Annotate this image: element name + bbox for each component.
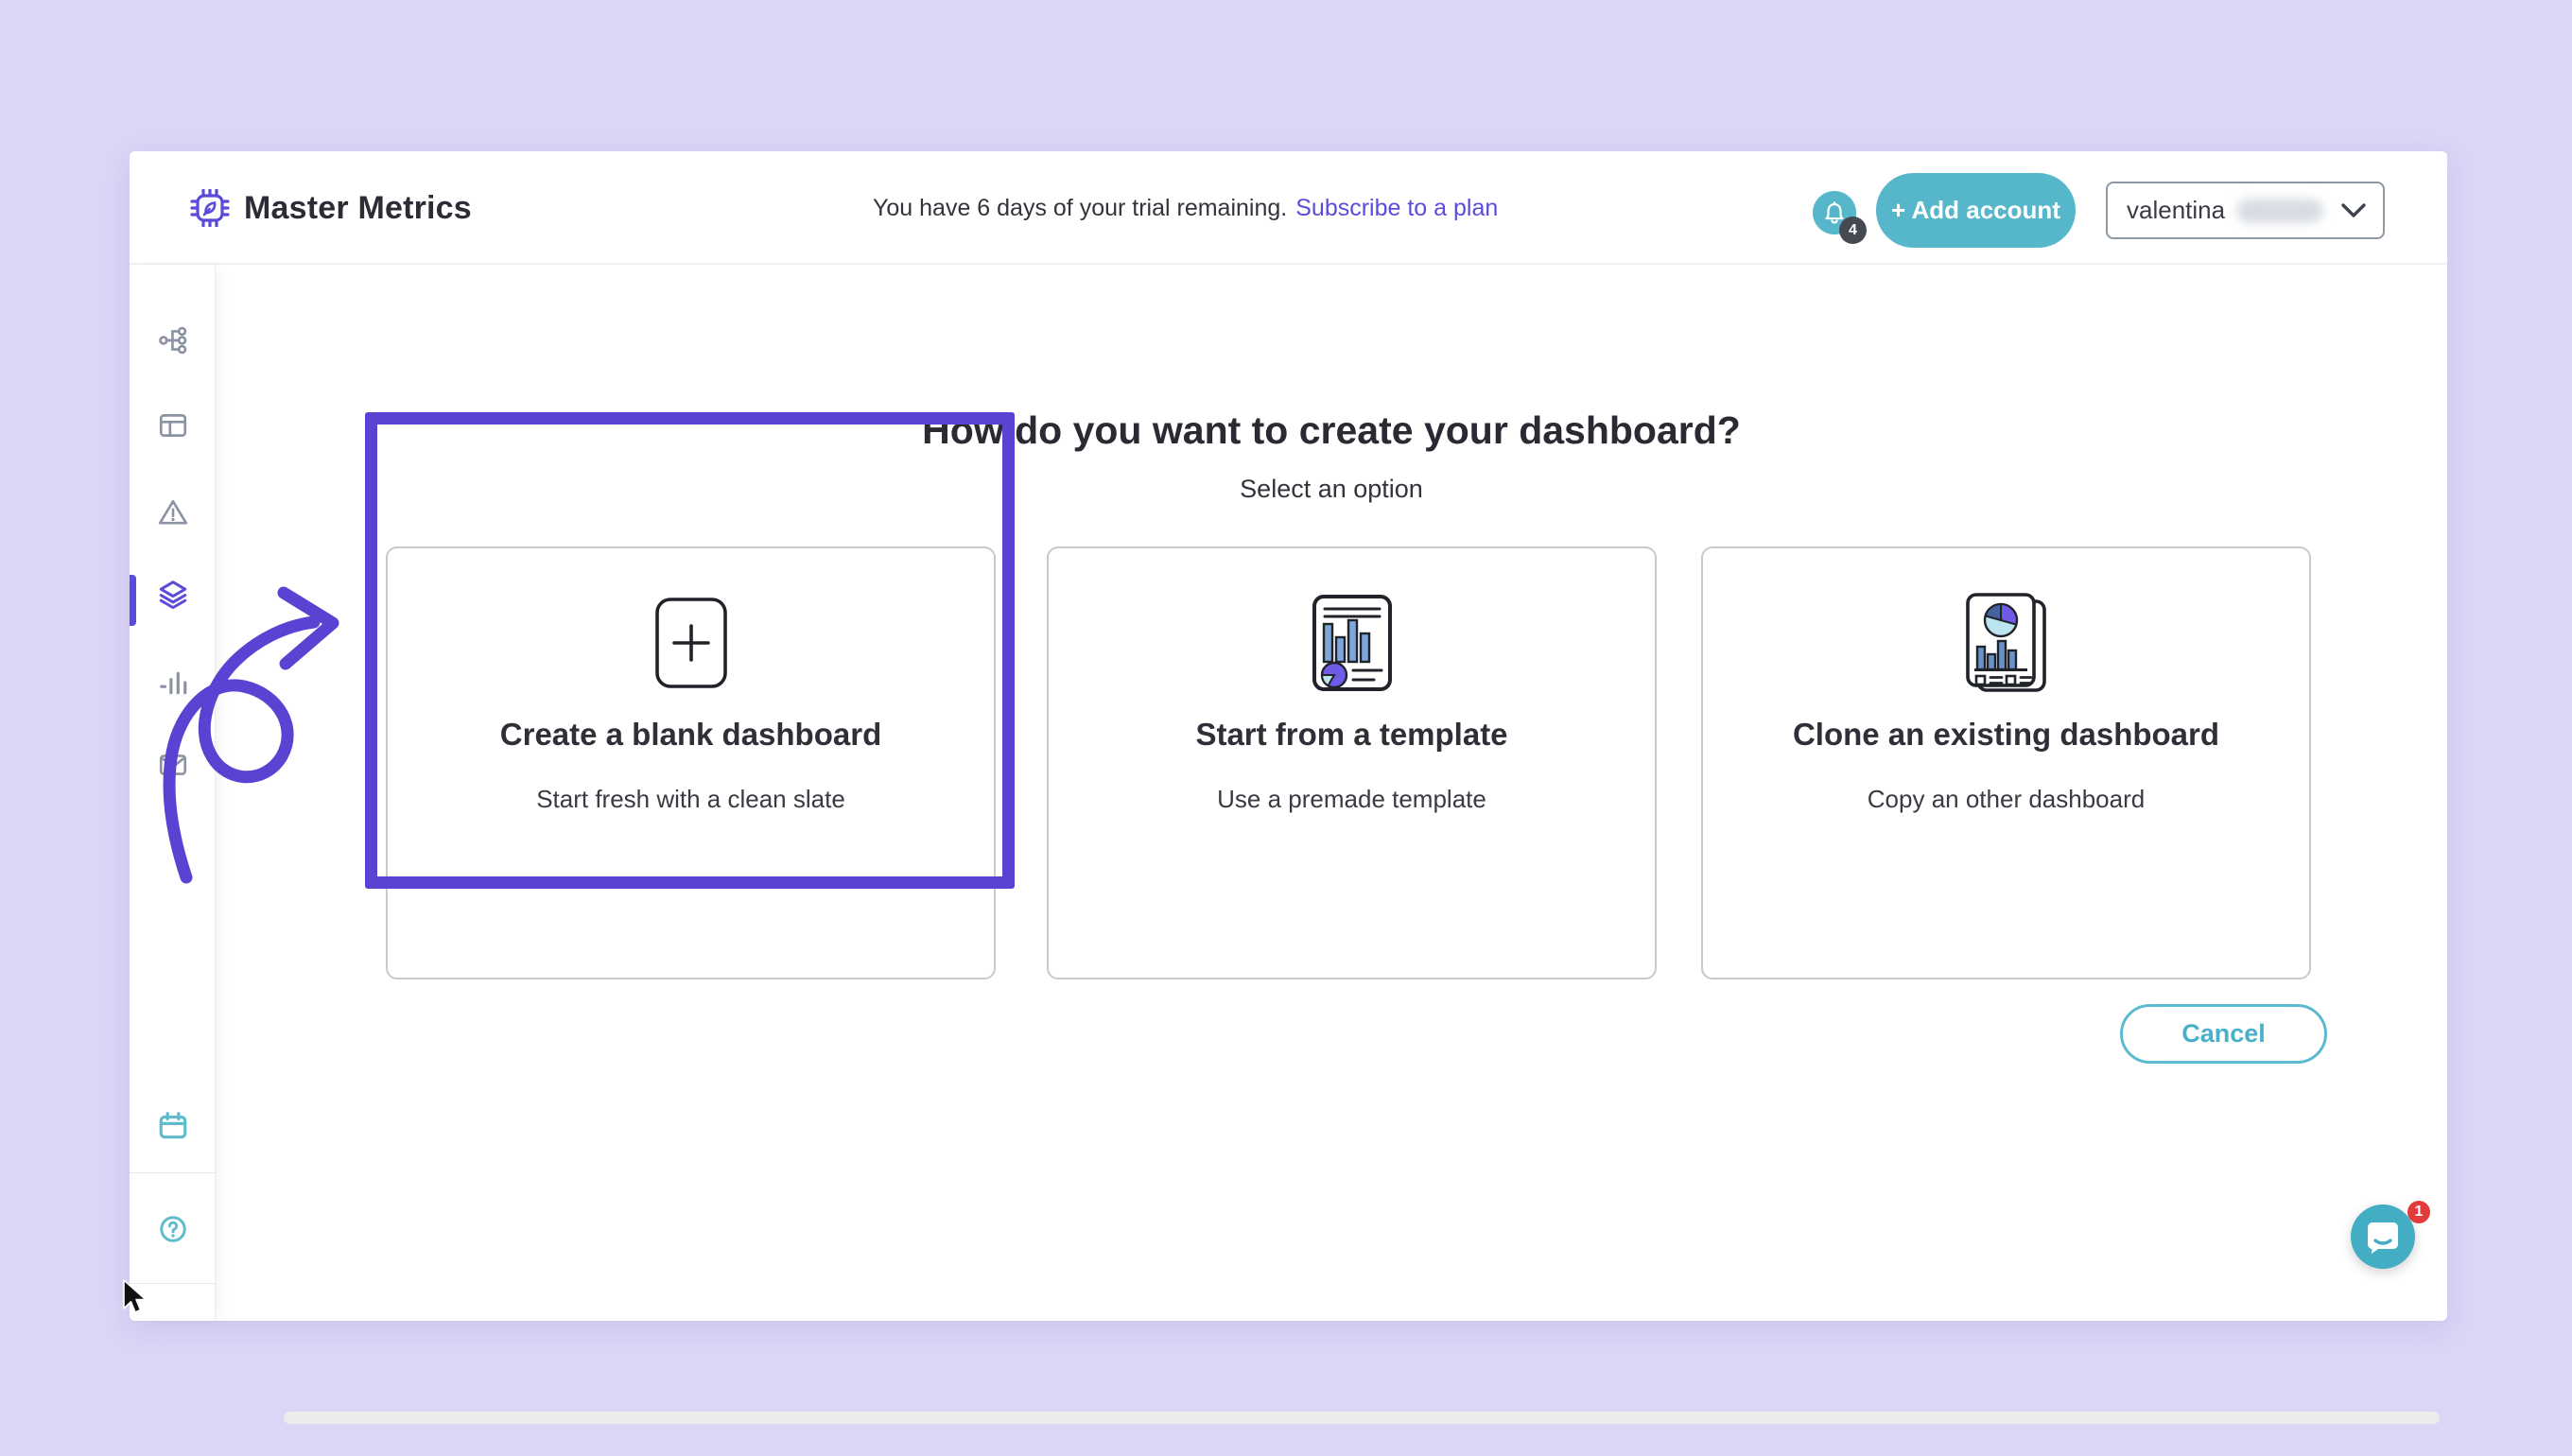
option-description: Copy an other dashboard bbox=[1703, 785, 2309, 814]
add-account-button[interactable]: + Add account bbox=[1876, 173, 2076, 248]
option-description: Start fresh with a clean slate bbox=[388, 785, 994, 814]
chevron-down-icon bbox=[2339, 202, 2368, 219]
trial-message: You have 6 days of your trial remaining. bbox=[873, 195, 1287, 222]
horizontal-scrollbar[interactable] bbox=[284, 1412, 2440, 1424]
redacted-account-surname bbox=[2236, 199, 2323, 223]
app-window: Master Metrics You have 6 days of your t… bbox=[130, 151, 2447, 1321]
option-clone-existing-dashboard[interactable]: Clone an existing dashboard Copy an othe… bbox=[1701, 546, 2311, 979]
brand-logo: Master Metrics bbox=[189, 151, 472, 265]
option-create-blank-dashboard[interactable]: Create a blank dashboard Start fresh wit… bbox=[386, 546, 996, 979]
screen: Master Metrics You have 6 days of your t… bbox=[0, 0, 2572, 1456]
chip-leaf-logo-icon bbox=[189, 189, 231, 227]
option-title: Create a blank dashboard bbox=[388, 717, 994, 753]
option-start-from-template[interactable]: Start from a template Use a premade temp… bbox=[1047, 546, 1657, 979]
option-description: Use a premade template bbox=[1049, 785, 1655, 814]
notifications-button[interactable]: 4 bbox=[1813, 191, 1856, 234]
trial-banner: You have 6 days of your trial remaining.… bbox=[873, 151, 1498, 265]
account-selector[interactable]: valentina bbox=[2106, 182, 2385, 239]
option-title: Start from a template bbox=[1049, 717, 1655, 753]
page-subtitle: Select an option bbox=[216, 475, 2447, 504]
top-header: Master Metrics You have 6 days of your t… bbox=[130, 151, 2447, 265]
page-title: How do you want to create your dashboard… bbox=[216, 408, 2447, 453]
brand-name: Master Metrics bbox=[244, 190, 472, 227]
cancel-button[interactable]: Cancel bbox=[2120, 1004, 2327, 1064]
chat-bubble-icon bbox=[2364, 1218, 2402, 1256]
account-name: valentina bbox=[2127, 196, 2225, 225]
chat-unread-badge: 1 bbox=[2407, 1201, 2430, 1223]
subscribe-link[interactable]: Subscribe to a plan bbox=[1295, 195, 1498, 222]
option-title: Clone an existing dashboard bbox=[1703, 717, 2309, 753]
template-report-icon bbox=[1049, 594, 1655, 692]
chat-launcher-button[interactable]: 1 bbox=[2351, 1205, 2415, 1269]
main-content: How do you want to create your dashboard… bbox=[130, 265, 2447, 1321]
clone-report-icon bbox=[1703, 594, 2309, 692]
notification-count-badge: 4 bbox=[1839, 217, 1867, 244]
blank-dashboard-plus-icon bbox=[388, 594, 994, 692]
